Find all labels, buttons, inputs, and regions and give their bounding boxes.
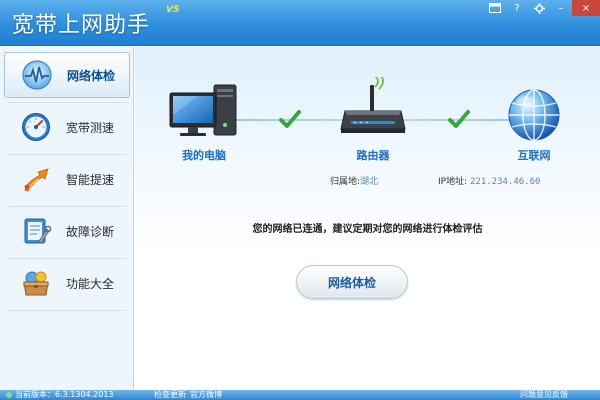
sidebar-divider [8, 102, 126, 103]
sidebar-divider [8, 206, 126, 207]
sidebar-item-label: 故障诊断 [66, 224, 115, 239]
heartbeat-monitor-icon [22, 60, 52, 90]
gear-icon-glyph [533, 2, 545, 14]
version-info: 当前版本：6.3.1304.2013 [6, 390, 114, 400]
sidebar-item-label: 网络体检 [67, 68, 116, 83]
connected-check-icon [448, 110, 470, 128]
sidebar-divider [8, 154, 126, 155]
window-menu-icon[interactable] [484, 0, 506, 16]
rocket-arrow-icon [24, 168, 49, 192]
sidebar: 网络体检 宽带测速 智能提速 故障诊断 功能大全 [0, 47, 134, 390]
app-title: 宽带上网助手 [12, 13, 151, 38]
network-check-button[interactable]: 网络体检 [296, 265, 408, 299]
sidebar-divider [8, 310, 126, 311]
sidebar-item-fault-diagnosis[interactable]: 故障诊断 [4, 208, 130, 254]
sidebar-item-label: 智能提速 [66, 172, 115, 187]
network-check-panel: 我的电脑 路由器 互联网 归属地:湖北 IP地址: 221.234.46.60 … [135, 47, 600, 390]
online-status-dot [6, 391, 12, 398]
toolbox-icon [23, 271, 49, 296]
computer-icon [169, 84, 237, 136]
sidebar-item-smart-boost[interactable]: 智能提速 [4, 156, 130, 202]
location-value: 湖北 [360, 177, 379, 187]
check-update-link[interactable]: 检查更新 [154, 390, 186, 400]
ip-label: IP地址: [438, 177, 468, 187]
version-label: 当前版本：6.3.1304.2013 [15, 390, 114, 399]
connected-check-icon [279, 110, 301, 128]
device-label-internet: 互联网 [517, 149, 551, 162]
sidebar-item-label: 功能大全 [66, 276, 115, 291]
window-controls: ? – × [484, 0, 600, 16]
gear-icon[interactable] [528, 0, 550, 16]
router-icon [340, 77, 406, 133]
sidebar-divider [8, 258, 126, 259]
ip-info: IP地址: 221.234.46.60 [438, 174, 540, 187]
diagnostic-tools-icon [24, 218, 52, 244]
close-button[interactable]: × [572, 0, 600, 16]
sidebar-item-network-check[interactable]: 网络体检 [4, 52, 130, 98]
device-label-my-computer: 我的电脑 [182, 149, 226, 162]
sidebar-item-all-functions[interactable]: 功能大全 [4, 260, 130, 306]
status-bar: 当前版本：6.3.1304.2013 检查更新 官方微博 问题意见反馈 [0, 390, 600, 400]
ip-value: 221.234.46.60 [470, 177, 541, 187]
title-bar: 宽带上网助手 V5 ? – × [0, 0, 600, 46]
sidebar-item-speed-test[interactable]: 宽带测速 [4, 104, 130, 150]
internet-globe-icon [508, 89, 560, 141]
official-weibo-link[interactable]: 官方微博 [190, 390, 222, 400]
network-status-message: 您的网络已连通，建议定期对您的网络进行体检评估 [252, 224, 483, 235]
sidebar-item-label: 宽带测速 [66, 120, 115, 135]
device-label-router: 路由器 [356, 149, 390, 162]
speedometer-icon [22, 113, 50, 141]
window-menu-icon-glyph [489, 3, 501, 13]
location-info: 归属地:湖北 [330, 174, 378, 187]
feedback-link[interactable]: 问题意见反馈 [520, 390, 568, 400]
minimize-button[interactable]: – [550, 0, 572, 16]
location-label: 归属地: [330, 177, 361, 187]
help-button[interactable]: ? [506, 0, 528, 16]
app-version-badge: V5 [166, 5, 180, 15]
